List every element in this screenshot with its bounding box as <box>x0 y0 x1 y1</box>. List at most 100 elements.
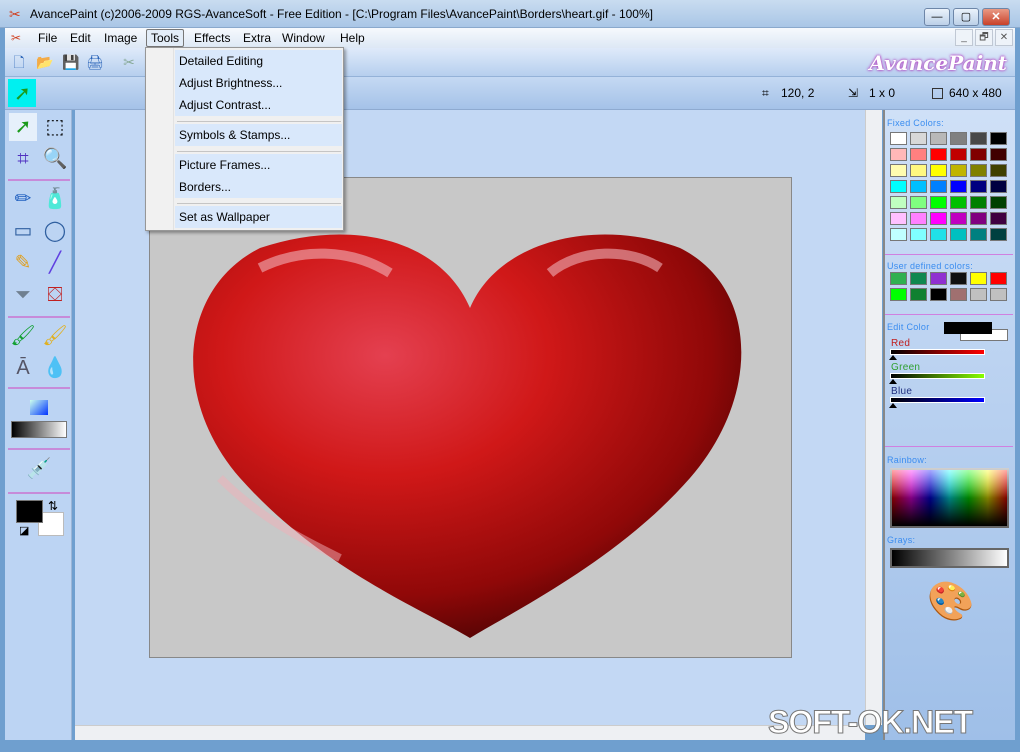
gradient-color-icon[interactable] <box>30 400 48 415</box>
rect-select-tool[interactable]: ⬚ <box>41 113 69 141</box>
color-swatch[interactable] <box>910 212 927 225</box>
fill-tool[interactable]: ⛋ <box>41 281 69 309</box>
color-swatch[interactable] <box>990 180 1007 193</box>
ellipse-tool[interactable]: ◯ <box>41 217 69 245</box>
new-icon[interactable]: 🗋 <box>11 54 27 70</box>
color-swatch[interactable] <box>890 132 907 145</box>
print-icon[interactable]: 🖨 <box>86 54 104 70</box>
color-swatch[interactable] <box>970 180 987 193</box>
color-swatch[interactable] <box>930 180 947 193</box>
color-swatch[interactable] <box>930 132 947 145</box>
open-icon[interactable]: 📂 <box>36 54 53 70</box>
color-swatch[interactable] <box>930 228 947 241</box>
menu-effects[interactable]: Effects <box>194 31 230 45</box>
zoom-tool[interactable]: 🔍 <box>41 145 69 173</box>
grays-picker[interactable] <box>890 548 1009 568</box>
color-swatch[interactable] <box>890 228 907 241</box>
drop-tool[interactable]: 💧 <box>41 354 69 382</box>
select-tool[interactable]: ➚ <box>9 113 37 141</box>
color-swatch[interactable] <box>930 272 947 285</box>
edit-fg-color[interactable] <box>944 322 992 334</box>
green-slider[interactable] <box>890 373 985 379</box>
color-swatch[interactable] <box>970 164 987 177</box>
color-swatch[interactable] <box>950 212 967 225</box>
color-swatch[interactable] <box>970 212 987 225</box>
menu-item-adjust-brightness[interactable]: Adjust Brightness... <box>175 72 342 94</box>
menu-extra[interactable]: Extra <box>243 31 271 45</box>
color-swatch[interactable] <box>990 196 1007 209</box>
rainbow-picker[interactable] <box>890 468 1009 528</box>
color-swatch[interactable] <box>970 272 987 285</box>
color-swatch[interactable] <box>890 196 907 209</box>
color-swatch[interactable] <box>890 288 907 301</box>
red-slider[interactable] <box>890 349 985 355</box>
image-canvas[interactable] <box>149 177 792 658</box>
menu-file[interactable]: File <box>38 31 57 45</box>
brush-tool[interactable]: 🖌 <box>9 322 37 350</box>
color-swatch[interactable] <box>990 272 1007 285</box>
color-swatch[interactable] <box>950 164 967 177</box>
color-swatch[interactable] <box>930 212 947 225</box>
reset-colors-icon[interactable]: ◪ <box>19 524 29 537</box>
color-swatch[interactable] <box>930 164 947 177</box>
color-swatch[interactable] <box>950 228 967 241</box>
crop-tool[interactable]: ⌗ <box>9 145 37 173</box>
blue-slider-handle[interactable] <box>889 403 897 408</box>
mdi-close-button[interactable]: ✕ <box>995 29 1013 46</box>
minimize-button[interactable]: — <box>924 8 950 26</box>
close-button[interactable]: ✕ <box>982 8 1010 26</box>
color-swatch[interactable] <box>950 180 967 193</box>
color-swatch[interactable] <box>990 132 1007 145</box>
color-swatch[interactable] <box>990 164 1007 177</box>
pencil-tool[interactable]: ✏ <box>9 185 37 213</box>
gradient-preview[interactable] <box>11 421 67 438</box>
menu-item-picture-frames[interactable]: Picture Frames... <box>175 154 342 176</box>
eyedropper-tool[interactable]: 💉 <box>25 455 53 483</box>
menu-edit[interactable]: Edit <box>70 31 91 45</box>
color-swatch[interactable] <box>890 164 907 177</box>
green-slider-handle[interactable] <box>889 379 897 384</box>
menu-window[interactable]: Window <box>282 31 325 45</box>
filter-tool[interactable]: ⏷ <box>9 281 37 309</box>
text-tool[interactable]: Ā <box>9 354 37 382</box>
color-swatch[interactable] <box>910 148 927 161</box>
color-swatch[interactable] <box>990 228 1007 241</box>
color-swatch[interactable] <box>950 132 967 145</box>
color-swatch[interactable] <box>910 272 927 285</box>
color-swatch[interactable] <box>970 132 987 145</box>
color-swatch[interactable] <box>930 288 947 301</box>
color-swatch[interactable] <box>930 196 947 209</box>
pixel-pencil-tool[interactable]: ✎ <box>9 249 37 277</box>
color-swatch[interactable] <box>950 288 967 301</box>
color-swatch[interactable] <box>910 180 927 193</box>
color-swatch[interactable] <box>930 148 947 161</box>
cut-icon[interactable]: ✂ <box>121 54 137 70</box>
color-swatch[interactable] <box>950 148 967 161</box>
broom-tool[interactable]: 🖌 <box>41 322 69 350</box>
horizontal-scrollbar[interactable] <box>75 725 865 740</box>
color-swatch[interactable] <box>970 288 987 301</box>
mdi-minimize-button[interactable]: _ <box>955 29 973 46</box>
foreground-color-swatch[interactable] <box>16 500 43 523</box>
color-swatch[interactable] <box>910 288 927 301</box>
color-swatch[interactable] <box>890 272 907 285</box>
menu-help[interactable]: Help <box>340 31 365 45</box>
blue-slider[interactable] <box>890 397 985 403</box>
save-icon[interactable]: 💾 <box>62 54 79 70</box>
menu-item-symbols-stamps[interactable]: Symbols & Stamps... <box>175 124 342 146</box>
menu-tools[interactable]: Tools <box>146 29 185 47</box>
vertical-scrollbar[interactable] <box>865 110 882 725</box>
line-tool[interactable]: ╱ <box>41 249 69 277</box>
color-swatch[interactable] <box>910 196 927 209</box>
color-swatch[interactable] <box>890 148 907 161</box>
maximize-button[interactable]: ▢ <box>953 8 979 26</box>
menu-item-borders[interactable]: Borders... <box>175 176 342 198</box>
color-swatch[interactable] <box>990 212 1007 225</box>
mdi-restore-button[interactable]: 🗗 <box>975 29 993 46</box>
color-swatch[interactable] <box>950 196 967 209</box>
color-swatch[interactable] <box>990 148 1007 161</box>
menu-item-adjust-contrast[interactable]: Adjust Contrast... <box>175 94 342 116</box>
color-swatch[interactable] <box>970 228 987 241</box>
color-swatch[interactable] <box>950 272 967 285</box>
color-swatch[interactable] <box>970 148 987 161</box>
